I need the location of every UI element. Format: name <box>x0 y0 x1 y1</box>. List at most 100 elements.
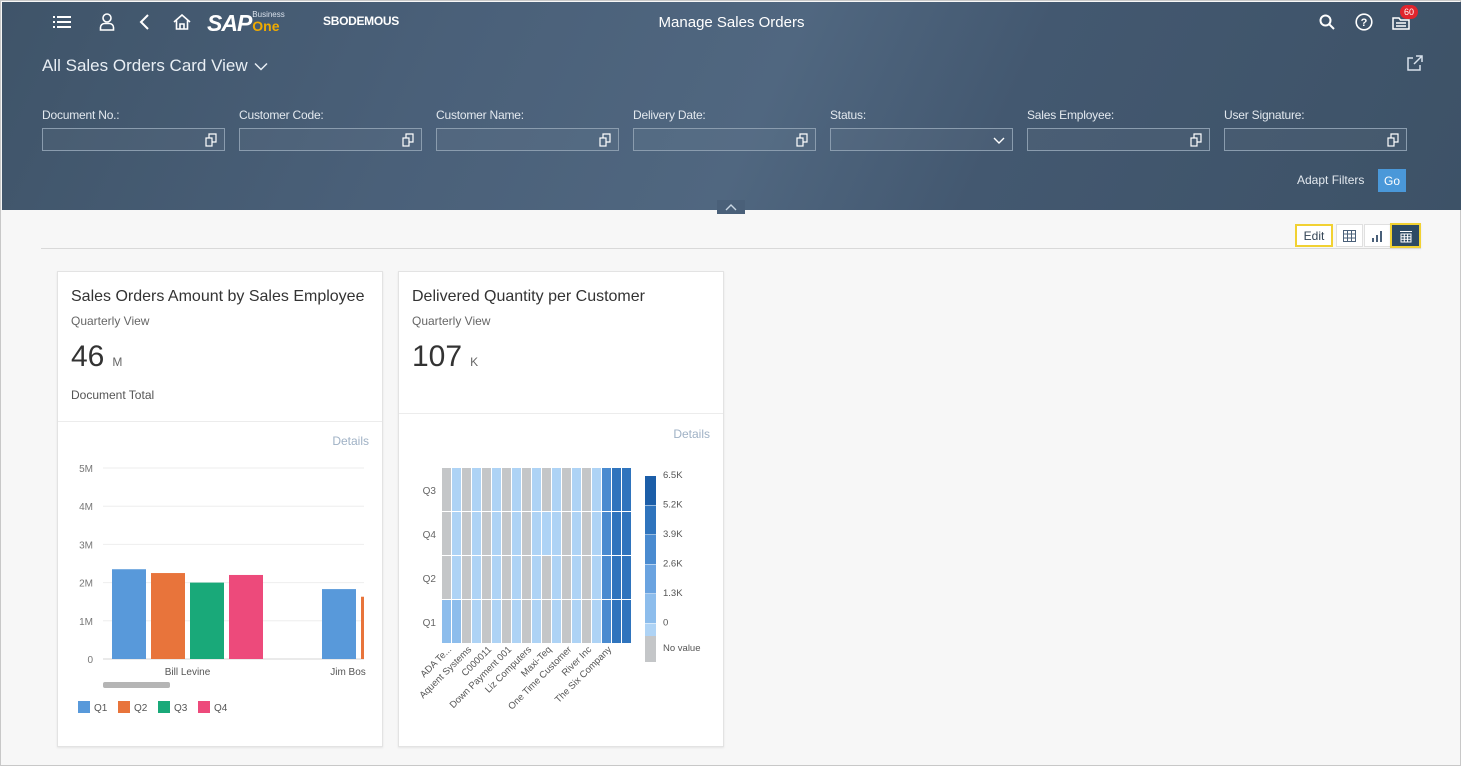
filter-customer-code: Customer Code: <box>239 108 422 151</box>
table-icon <box>1343 229 1356 242</box>
heatmap-chart[interactable]: Q3Q4Q2Q1ADA Te...Aquent SystemsC000011Do… <box>399 452 723 752</box>
bar-chart[interactable]: 0 1M 2M 3M 4M 5M Bill Levine Jim Bos Q1 Q2 Q3 Q4 <box>58 452 382 762</box>
legend-label: Q1 <box>94 703 108 714</box>
status-select[interactable] <box>830 128 1013 151</box>
heatmap-cell <box>622 468 631 511</box>
status-input[interactable] <box>831 129 1012 150</box>
heatmap-cell <box>442 512 451 555</box>
sap-business-one-logo[interactable]: SAP Business One <box>207 11 285 36</box>
y-tick-label: 2M <box>79 579 93 590</box>
bar-q3 <box>190 582 224 659</box>
edit-button[interactable]: Edit <box>1295 224 1333 247</box>
legend-item-q1[interactable]: Q1 <box>78 701 108 714</box>
table-view-button[interactable] <box>1336 224 1363 247</box>
filter-document-no: Document No.: <box>42 108 225 151</box>
sales-employee-input[interactable] <box>1028 129 1209 150</box>
customer-name-input[interactable] <box>437 129 618 150</box>
user-icon[interactable] <box>97 12 117 32</box>
heatmap-cell <box>502 512 511 555</box>
value-help-icon[interactable] <box>401 133 415 147</box>
heatmap-cell <box>472 468 481 511</box>
chevron-down-icon[interactable] <box>992 133 1006 147</box>
variant-selector[interactable]: All Sales Orders Card View <box>42 56 268 76</box>
card-header[interactable]: Sales Orders Amount by Sales Employee Qu… <box>58 272 382 422</box>
heatmap-cell <box>542 512 551 555</box>
back-icon[interactable] <box>135 12 155 32</box>
details-link[interactable]: Details <box>673 427 710 441</box>
help-icon[interactable]: ? <box>1354 12 1374 32</box>
heatmap-cell <box>522 468 531 511</box>
card-view-button[interactable] <box>1390 223 1421 248</box>
legend-swatch <box>78 701 90 713</box>
go-button[interactable]: Go <box>1378 169 1406 192</box>
delivery-date-input[interactable] <box>634 129 815 150</box>
legend-color-step <box>645 564 656 594</box>
heatmap-cell <box>582 512 591 555</box>
legend-tick-label: 3.9K <box>663 529 683 540</box>
page-header: SAP Business One SBODEMOUS Manage Sales O… <box>2 2 1461 210</box>
svg-text:?: ? <box>1361 17 1368 29</box>
heatmap-cell <box>532 556 541 599</box>
value-help-icon[interactable] <box>1386 133 1400 147</box>
bar-q2 <box>151 573 185 659</box>
heatmap-cell <box>602 600 611 643</box>
chevron-down-icon <box>254 62 268 71</box>
legend-item-q4[interactable]: Q4 <box>198 701 228 714</box>
card-subtitle: Quarterly View <box>412 314 491 328</box>
filter-status: Status: <box>830 108 1013 151</box>
value-help-icon[interactable] <box>795 133 809 147</box>
search-icon[interactable] <box>1317 12 1337 32</box>
heatmap-cell <box>612 556 621 599</box>
share-icon[interactable] <box>1406 54 1424 72</box>
heatmap-cell <box>572 600 581 643</box>
legend-color-step <box>645 535 656 564</box>
adapt-filters-button[interactable]: Adapt Filters <box>1297 173 1364 187</box>
heatmap-cell <box>472 512 481 555</box>
kpi-unit: K <box>470 355 479 369</box>
details-link[interactable]: Details <box>332 434 369 448</box>
filter-delivery-date: Delivery Date: <box>633 108 816 151</box>
heatmap-cell <box>502 468 511 511</box>
legend-swatch <box>158 701 170 713</box>
chart-scrollbar[interactable] <box>103 682 170 688</box>
heatmap-cell <box>602 512 611 555</box>
heatmap-cell <box>462 600 471 643</box>
customer-code-input[interactable] <box>240 129 421 150</box>
kpi-value: 46 <box>71 340 105 373</box>
heatmap-cell <box>452 600 461 643</box>
y-tick-label: 1M <box>79 617 93 628</box>
filter-user-signature: User Signature: <box>1224 108 1407 151</box>
y-tick-label: 5M <box>79 464 93 475</box>
heatmap-cell <box>512 600 521 643</box>
user-signature-input[interactable] <box>1225 129 1406 150</box>
heatmap-cell <box>562 556 571 599</box>
heatmap-cell <box>542 468 551 511</box>
card-header[interactable]: Delivered Quantity per Customer Quarterl… <box>399 272 723 414</box>
value-help-icon[interactable] <box>1189 133 1203 147</box>
chart-view-button[interactable] <box>1364 224 1391 247</box>
bar-q1 <box>322 589 356 659</box>
legend-tick-label: 2.6K <box>663 559 683 570</box>
notification-badge: 60 <box>1400 5 1418 19</box>
kpi-label: Document Total <box>71 388 155 402</box>
filter-bar: Document No.: Customer Code: Customer Na… <box>42 108 1407 151</box>
value-help-icon[interactable] <box>204 133 218 147</box>
legend-item-q2[interactable]: Q2 <box>118 701 148 714</box>
collapse-header-button[interactable] <box>717 200 745 214</box>
heatmap-cell <box>482 512 491 555</box>
card-delivered-quantity[interactable]: Delivered Quantity per Customer Quarterl… <box>398 271 724 747</box>
legend-color-step <box>645 505 656 535</box>
heatmap-cell <box>472 556 481 599</box>
menu-icon[interactable] <box>52 12 72 32</box>
legend-item-q3[interactable]: Q3 <box>158 701 188 714</box>
heatmap-cell <box>552 468 561 511</box>
heatmap-cell <box>442 468 451 511</box>
card-sales-orders-amount[interactable]: Sales Orders Amount by Sales Employee Qu… <box>57 271 383 747</box>
document-no-input[interactable] <box>43 129 224 150</box>
heatmap-cell <box>542 600 551 643</box>
value-help-icon[interactable] <box>598 133 612 147</box>
row-label: Q2 <box>423 574 437 585</box>
home-icon[interactable] <box>172 12 192 32</box>
heatmap-cell <box>482 600 491 643</box>
y-tick-label: 3M <box>79 540 93 551</box>
